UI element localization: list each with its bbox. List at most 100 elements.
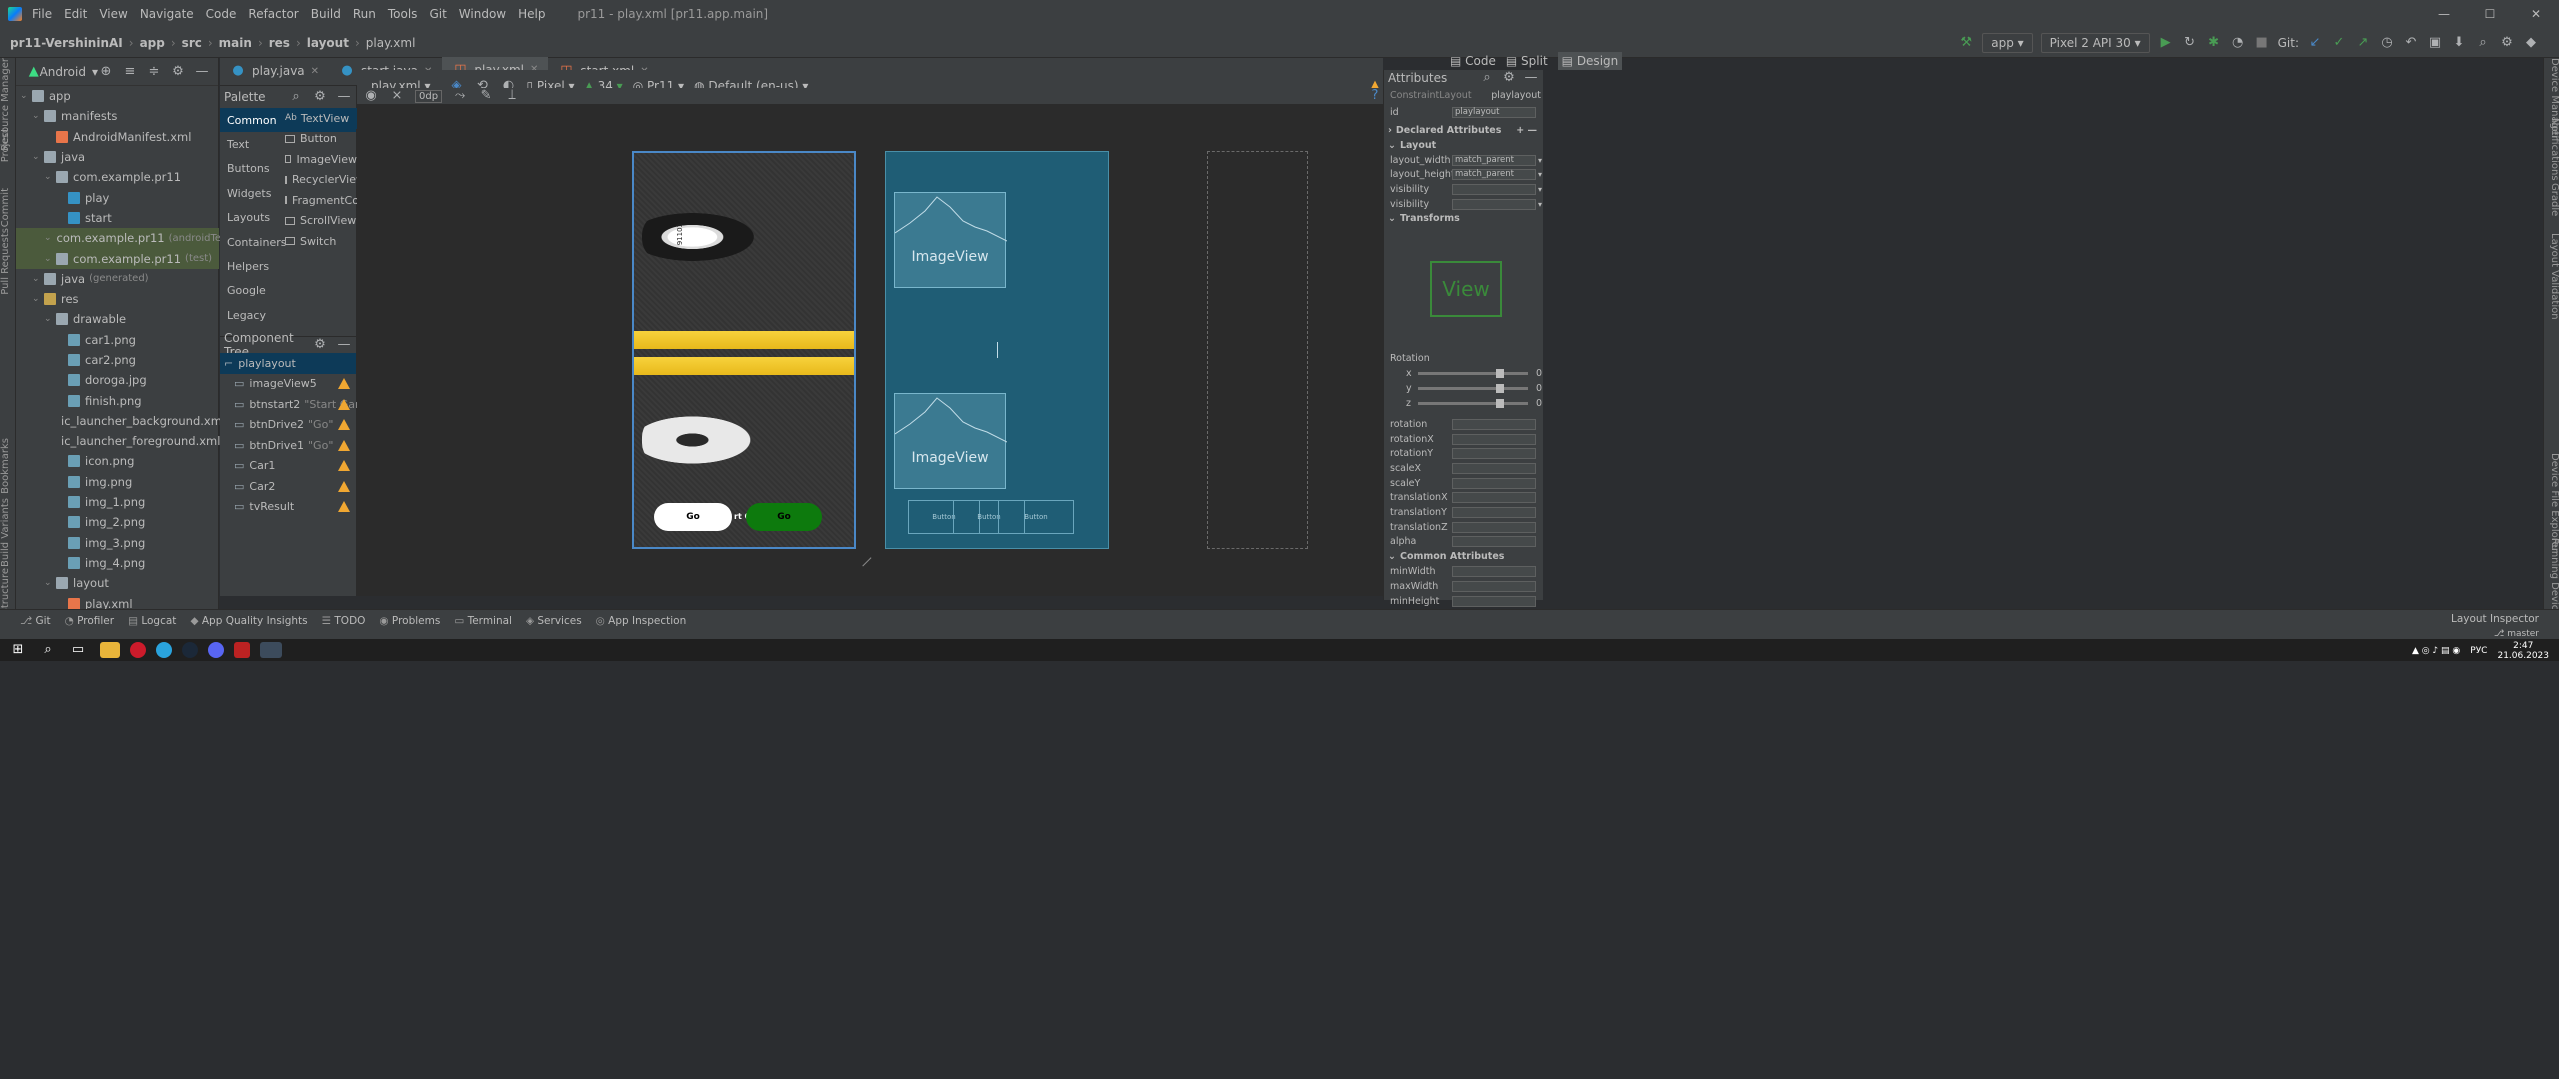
menu-navigate[interactable]: Navigate [140,7,194,21]
gear-icon[interactable]: ⚙ [312,89,328,105]
rotation-slider[interactable] [1418,384,1528,394]
slider-knob[interactable] [1496,384,1504,394]
dropdown-icon[interactable]: ▾ [1538,185,1542,194]
slider-knob[interactable] [1496,369,1504,379]
opera-icon[interactable] [130,642,146,658]
menu-view[interactable]: View [99,7,127,21]
search-icon[interactable]: ⌕ [288,89,304,105]
layout-section[interactable]: ⌄ Layout [1384,138,1543,153]
windows-start-icon[interactable]: ⊞ [10,642,26,658]
branch-label[interactable]: ⎇ master [2494,629,2539,639]
clear-constraints-icon[interactable]: ⤳ [452,88,468,104]
breadcrumb-item[interactable]: play.xml [366,36,416,50]
android-studio-icon[interactable] [260,642,282,658]
menu-code[interactable]: Code [206,7,237,21]
git-commit-icon[interactable]: ✓ [2331,35,2347,51]
tree-item[interactable]: ⌄ res [16,289,219,309]
mode-split[interactable]: ▤ Split [1506,54,1548,68]
rerun-icon[interactable]: ↻ [2182,35,2198,51]
palette-item[interactable]: ImageView [282,149,357,170]
attribute-value[interactable] [1452,521,1536,533]
component-tree-item[interactable]: ▭ Car1 [220,456,356,477]
expand-arrow-icon[interactable]: ⌄ [32,294,44,304]
tree-item[interactable]: img_1.png [16,492,219,512]
tree-item[interactable]: ic_launcher_foreground.xml(v24) [16,431,251,451]
tree-item[interactable]: img_2.png [16,512,219,532]
menu-refactor[interactable]: Refactor [248,7,298,21]
expand-arrow-icon[interactable]: ⌄ [44,233,52,243]
blueprint-imageview-top[interactable]: ImageView [894,192,1007,288]
attribute-value[interactable]: match_parent [1452,154,1536,166]
transforms-section[interactable]: ⌄ Transforms [1384,211,1543,226]
tree-item[interactable]: doroga.jpg [16,370,219,390]
attribute-value[interactable] [1452,507,1536,519]
tree-item[interactable]: ⌄ com.example.pr11 [16,167,219,187]
taskbar-search-icon[interactable]: ⌕ [40,642,56,658]
component-tree-item[interactable]: ▭ btnDrive1 "Go" [220,435,356,456]
breadcrumb-item[interactable]: main [219,36,252,50]
attribute-value[interactable] [1452,566,1536,578]
attribute-value[interactable] [1452,536,1536,548]
mode-design[interactable]: ▤ Design [1557,52,1623,70]
tree-item[interactable]: car1.png [16,330,219,350]
warning-icon[interactable] [338,378,350,390]
tree-item[interactable]: finish.png [16,390,219,410]
tool-tab-gradle[interactable]: Gradle [2546,183,2559,216]
slider-knob[interactable] [1496,399,1504,409]
inspector-label[interactable]: Layout Inspector [2451,613,2539,625]
explorer-icon[interactable] [100,642,120,658]
tree-item[interactable]: ⌄ manifests [16,106,219,126]
palette-item[interactable]: ScrollView [282,211,357,232]
menu-build[interactable]: Build [311,7,341,21]
debug-icon[interactable]: ✱ [2206,35,2222,51]
bottom-tool-profiler[interactable]: ◔ Profiler [65,615,114,627]
bottom-tool-git[interactable]: ⎇ Git [20,615,51,627]
minimize-icon[interactable]: — [2421,0,2467,28]
component-tree-item[interactable]: ▭ btnDrive2 "Go" [220,415,356,436]
bottom-tool-todo[interactable]: ☰ TODO [322,615,366,627]
component-tree-item[interactable]: ▭ btnstart2 "Start Game" [220,394,378,415]
settings-icon[interactable]: ⚙ [2499,35,2515,51]
breadcrumb-item[interactable]: src [182,36,202,50]
tree-item[interactable]: play [16,187,219,207]
warning-icon[interactable] [338,419,350,431]
tree-item[interactable]: ic_launcher_background.xml [16,411,225,431]
expand-arrow-icon[interactable]: ⌄ [32,152,44,162]
close-icon[interactable]: ✕ [2513,0,2559,28]
run-config-dropdown[interactable]: app ▾ [1982,33,2033,53]
editor-tab[interactable]: ● play.java ✕ [220,57,329,85]
sdk-manager-icon[interactable]: ⬇ [2451,35,2467,51]
id-field[interactable]: playlayout [1452,107,1536,119]
attribute-value[interactable] [1452,477,1536,489]
stop-icon[interactable]: ■ [2254,35,2270,51]
attribute-value[interactable] [1452,463,1536,475]
expand-arrow-icon[interactable]: ⌄ [32,111,44,121]
locate-icon[interactable]: ⊕ [98,64,114,80]
palette-item[interactable]: Switch [282,231,357,252]
tree-item[interactable]: icon.png [16,451,219,471]
warning-icon[interactable] [338,501,350,513]
tree-item[interactable]: start [16,208,219,228]
tree-item[interactable]: ⌄ com.example.pr11 (androidTest) [16,228,234,249]
police-car-image[interactable]: 91103 [642,213,754,261]
expand-arrow-icon[interactable]: ⌄ [20,91,32,101]
hide-icon[interactable]: — [194,64,210,80]
bottom-tool-app-inspection[interactable]: ◎ App Inspection [596,615,687,627]
discord-icon[interactable] [208,642,224,658]
guidelines-icon[interactable]: ⟘ [504,88,520,104]
blueprint-preview[interactable]: ImageView ImageView Button Button Button [885,151,1109,549]
blueprint-textview[interactable] [997,342,998,358]
profile-icon[interactable]: ◔ [2230,35,2246,51]
dropdown-icon[interactable]: ▾ [1538,170,1542,179]
dropdown-icon[interactable]: ▾ [1538,200,1542,209]
menu-run[interactable]: Run [353,7,376,21]
tool-tab-build-variants[interactable]: Build Variants [0,498,16,567]
palette-category[interactable]: Legacy [220,303,356,327]
menu-file[interactable]: File [32,7,52,21]
menu-git[interactable]: Git [429,7,446,21]
tree-item[interactable]: car2.png [16,350,219,370]
warning-icon[interactable] [338,460,350,472]
device-manager-icon[interactable]: ▣ [2427,35,2443,51]
palette-item[interactable]: RecyclerView [282,170,365,191]
tool-tab-structure[interactable]: Structure [0,568,16,615]
